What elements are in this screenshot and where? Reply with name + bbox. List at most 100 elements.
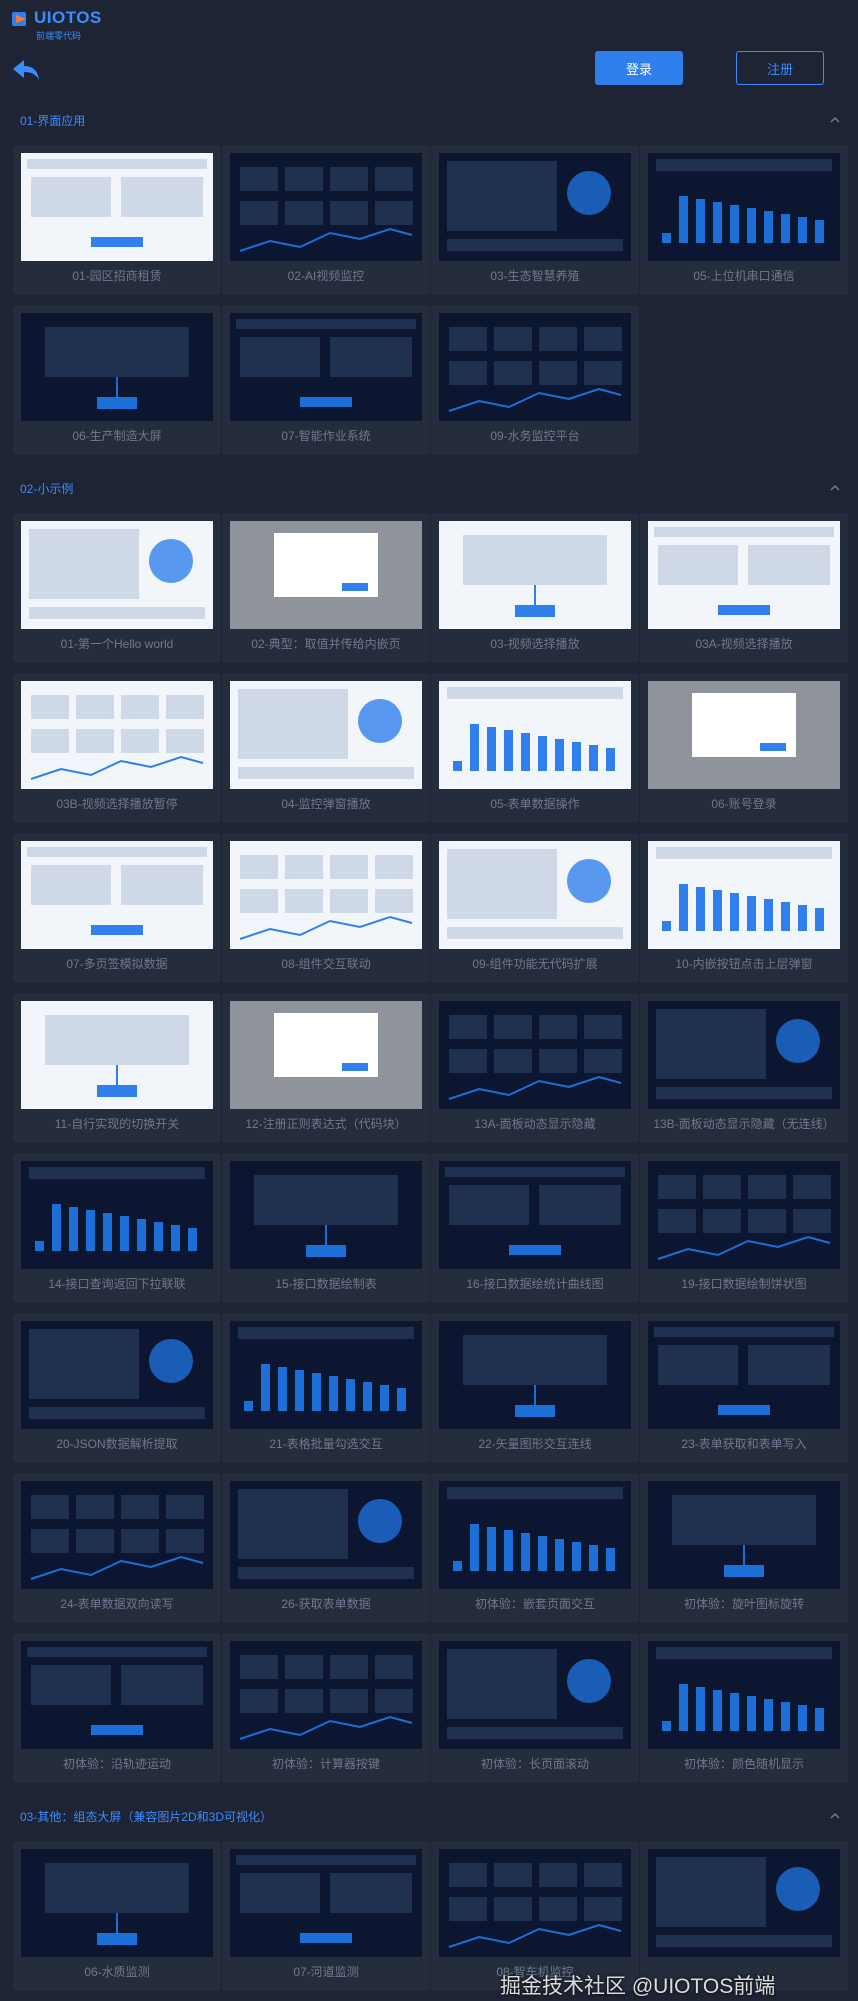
sample-card[interactable]: 09-组件功能无代码扩展 — [431, 833, 639, 983]
card-thumbnail — [230, 841, 422, 949]
card-thumbnail — [230, 153, 422, 261]
sample-card[interactable]: 初体验：嵌套页面交互 — [431, 1473, 639, 1623]
sample-card[interactable]: 23-表单获取和表单写入 — [640, 1313, 848, 1463]
sample-card[interactable]: 06-账号登录 — [640, 673, 848, 823]
card-label: 初体验：嵌套页面交互 — [474, 1597, 595, 1611]
card-thumbnail — [21, 1321, 213, 1429]
card-label: 06-账号登录 — [711, 797, 777, 811]
card-thumbnail — [439, 1001, 631, 1109]
sample-card[interactable]: 14-接口查询返回下拉联联 — [13, 1153, 221, 1303]
card-thumbnail — [230, 1321, 422, 1429]
sample-card[interactable]: 13B-面板动态显示隐藏（无连线） — [640, 993, 848, 1143]
card-label: 16-接口数据绘统计曲线图 — [466, 1277, 604, 1291]
sample-card[interactable]: 初体验：计算器按键 — [222, 1633, 430, 1783]
card-label: 23-表单获取和表单写入 — [681, 1437, 807, 1451]
sample-card[interactable]: 19-接口数据绘制饼状图 — [640, 1153, 848, 1303]
register-button[interactable]: 注册 — [736, 51, 824, 85]
card-thumbnail — [230, 313, 422, 421]
sample-card[interactable]: 10-内嵌按钮点击上层弹窗 — [640, 833, 848, 983]
sample-card[interactable]: 26-获取表单数据 — [222, 1473, 430, 1623]
sample-card[interactable]: 01-第一个Hello world — [13, 513, 221, 663]
sample-card[interactable]: 15-接口数据绘制表 — [222, 1153, 430, 1303]
sample-card[interactable]: 08-智车机监控 — [431, 1841, 639, 1991]
chevron-up-icon[interactable] — [830, 115, 840, 125]
card-label: 22-矢量图形交互连线 — [478, 1437, 592, 1451]
sample-card[interactable]: 03B-视频选择播放暂停 — [13, 673, 221, 823]
card-label: 03A-视频选择播放 — [695, 637, 793, 651]
sample-card[interactable]: 16-接口数据绘统计曲线图 — [431, 1153, 639, 1303]
sample-card[interactable]: 03A-视频选择播放 — [640, 513, 848, 663]
sample-card[interactable]: 初体验：沿轨迹运动 — [13, 1633, 221, 1783]
top-bar: UIOTOS 前端零代码 登录 注册 — [0, 0, 858, 100]
card-thumbnail — [21, 521, 213, 629]
brand-name: UIOTOS — [34, 8, 102, 27]
card-thumbnail — [439, 841, 631, 949]
back-arrow-icon[interactable] — [10, 56, 42, 84]
card-thumbnail — [230, 1641, 422, 1749]
sample-card[interactable]: 03-生态智慧养殖 — [431, 145, 639, 295]
sample-card[interactable]: 07-河道监测 — [222, 1841, 430, 1991]
card-label: 03B-视频选择播放暂停 — [56, 797, 178, 811]
sample-card[interactable]: 24-表单数据双向读写 — [13, 1473, 221, 1623]
brand-tagline: 前端零代码 — [36, 31, 82, 41]
sample-card[interactable]: 13A-面板动态显示隐藏 — [431, 993, 639, 1143]
card-thumbnail — [648, 1321, 840, 1429]
card-label: 10-内嵌按钮点击上层弹窗 — [675, 957, 813, 971]
sample-card[interactable]: 06-生产制造大屏 — [13, 305, 221, 455]
sample-card[interactable]: 09-水务监控平台 — [431, 305, 639, 455]
sample-card[interactable]: 初体验：颜色随机显示 — [640, 1633, 848, 1783]
card-label: 05-表单数据操作 — [490, 797, 580, 811]
card-thumbnail — [21, 1849, 213, 1957]
card-label: 初体验：长页面滚动 — [480, 1757, 589, 1771]
sample-card[interactable]: 03-视频选择播放 — [431, 513, 639, 663]
card-thumbnail — [230, 1481, 422, 1589]
card-thumbnail — [648, 153, 840, 261]
card-label: 19-接口数据绘制饼状图 — [681, 1277, 807, 1291]
sample-card[interactable]: 02-AI视频监控 — [222, 145, 430, 295]
card-thumbnail — [439, 681, 631, 789]
sample-card[interactable]: 06-水质监测 — [13, 1841, 221, 1991]
card-label: 12-注册正则表达式（代码块） — [245, 1117, 407, 1131]
card-label: 26-获取表单数据 — [281, 1597, 371, 1611]
card-label: 13A-面板动态显示隐藏 — [474, 1117, 596, 1131]
sample-card[interactable]: 12-注册正则表达式（代码块） — [222, 993, 430, 1143]
card-thumbnail — [230, 1161, 422, 1269]
card-thumbnail — [230, 1849, 422, 1957]
card-thumbnail — [230, 1001, 422, 1109]
sample-card[interactable]: 08-组件交互联动 — [222, 833, 430, 983]
sample-card[interactable]: 初体验：旋叶图标旋转 — [640, 1473, 848, 1623]
card-label: 01-园区招商租赁 — [72, 269, 162, 283]
sample-card[interactable]: 02-典型：取值并传给内嵌页 — [222, 513, 430, 663]
sample-card[interactable] — [640, 1841, 848, 1991]
login-button[interactable]: 登录 — [595, 51, 683, 85]
chevron-up-icon[interactable] — [830, 1811, 840, 1821]
sample-card[interactable]: 20-JSON数据解析提取 — [13, 1313, 221, 1463]
sample-card[interactable]: 11-自行实现的切换开关 — [13, 993, 221, 1143]
section-header[interactable]: 02-小示例 — [0, 475, 858, 501]
sample-card[interactable]: 05-表单数据操作 — [431, 673, 639, 823]
card-thumbnail — [21, 1481, 213, 1589]
sample-card[interactable]: 22-矢量图形交互连线 — [431, 1313, 639, 1463]
card-thumbnail — [439, 153, 631, 261]
sample-card[interactable]: 21-表格批量勾选交互 — [222, 1313, 430, 1463]
section-header[interactable]: 03-其他：组态大屏（兼容图片2D和3D可视化） — [0, 1803, 858, 1829]
section-header[interactable]: 01-界面应用 — [0, 107, 858, 133]
card-thumbnail — [439, 1161, 631, 1269]
card-thumbnail — [21, 1161, 213, 1269]
card-thumbnail — [648, 1161, 840, 1269]
sample-card[interactable]: 07-多页签模拟数据 — [13, 833, 221, 983]
card-thumbnail — [648, 841, 840, 949]
sample-card[interactable]: 01-园区招商租赁 — [13, 145, 221, 295]
card-thumbnail — [21, 1001, 213, 1109]
sample-card[interactable]: 04-监控弹窗播放 — [222, 673, 430, 823]
card-label: 05-上位机串口通信 — [693, 269, 795, 283]
sample-card[interactable]: 07-智能作业系统 — [222, 305, 430, 455]
sample-card[interactable]: 05-上位机串口通信 — [640, 145, 848, 295]
card-label: 21-表格批量勾选交互 — [269, 1437, 383, 1451]
sample-card[interactable]: 初体验：长页面滚动 — [431, 1633, 639, 1783]
card-label: 03-生态智慧养殖 — [490, 269, 580, 283]
card-thumbnail — [21, 841, 213, 949]
brand-logo[interactable]: UIOTOS 前端零代码 — [12, 8, 122, 41]
chevron-up-icon[interactable] — [830, 483, 840, 493]
card-label: 03-视频选择播放 — [490, 637, 580, 651]
